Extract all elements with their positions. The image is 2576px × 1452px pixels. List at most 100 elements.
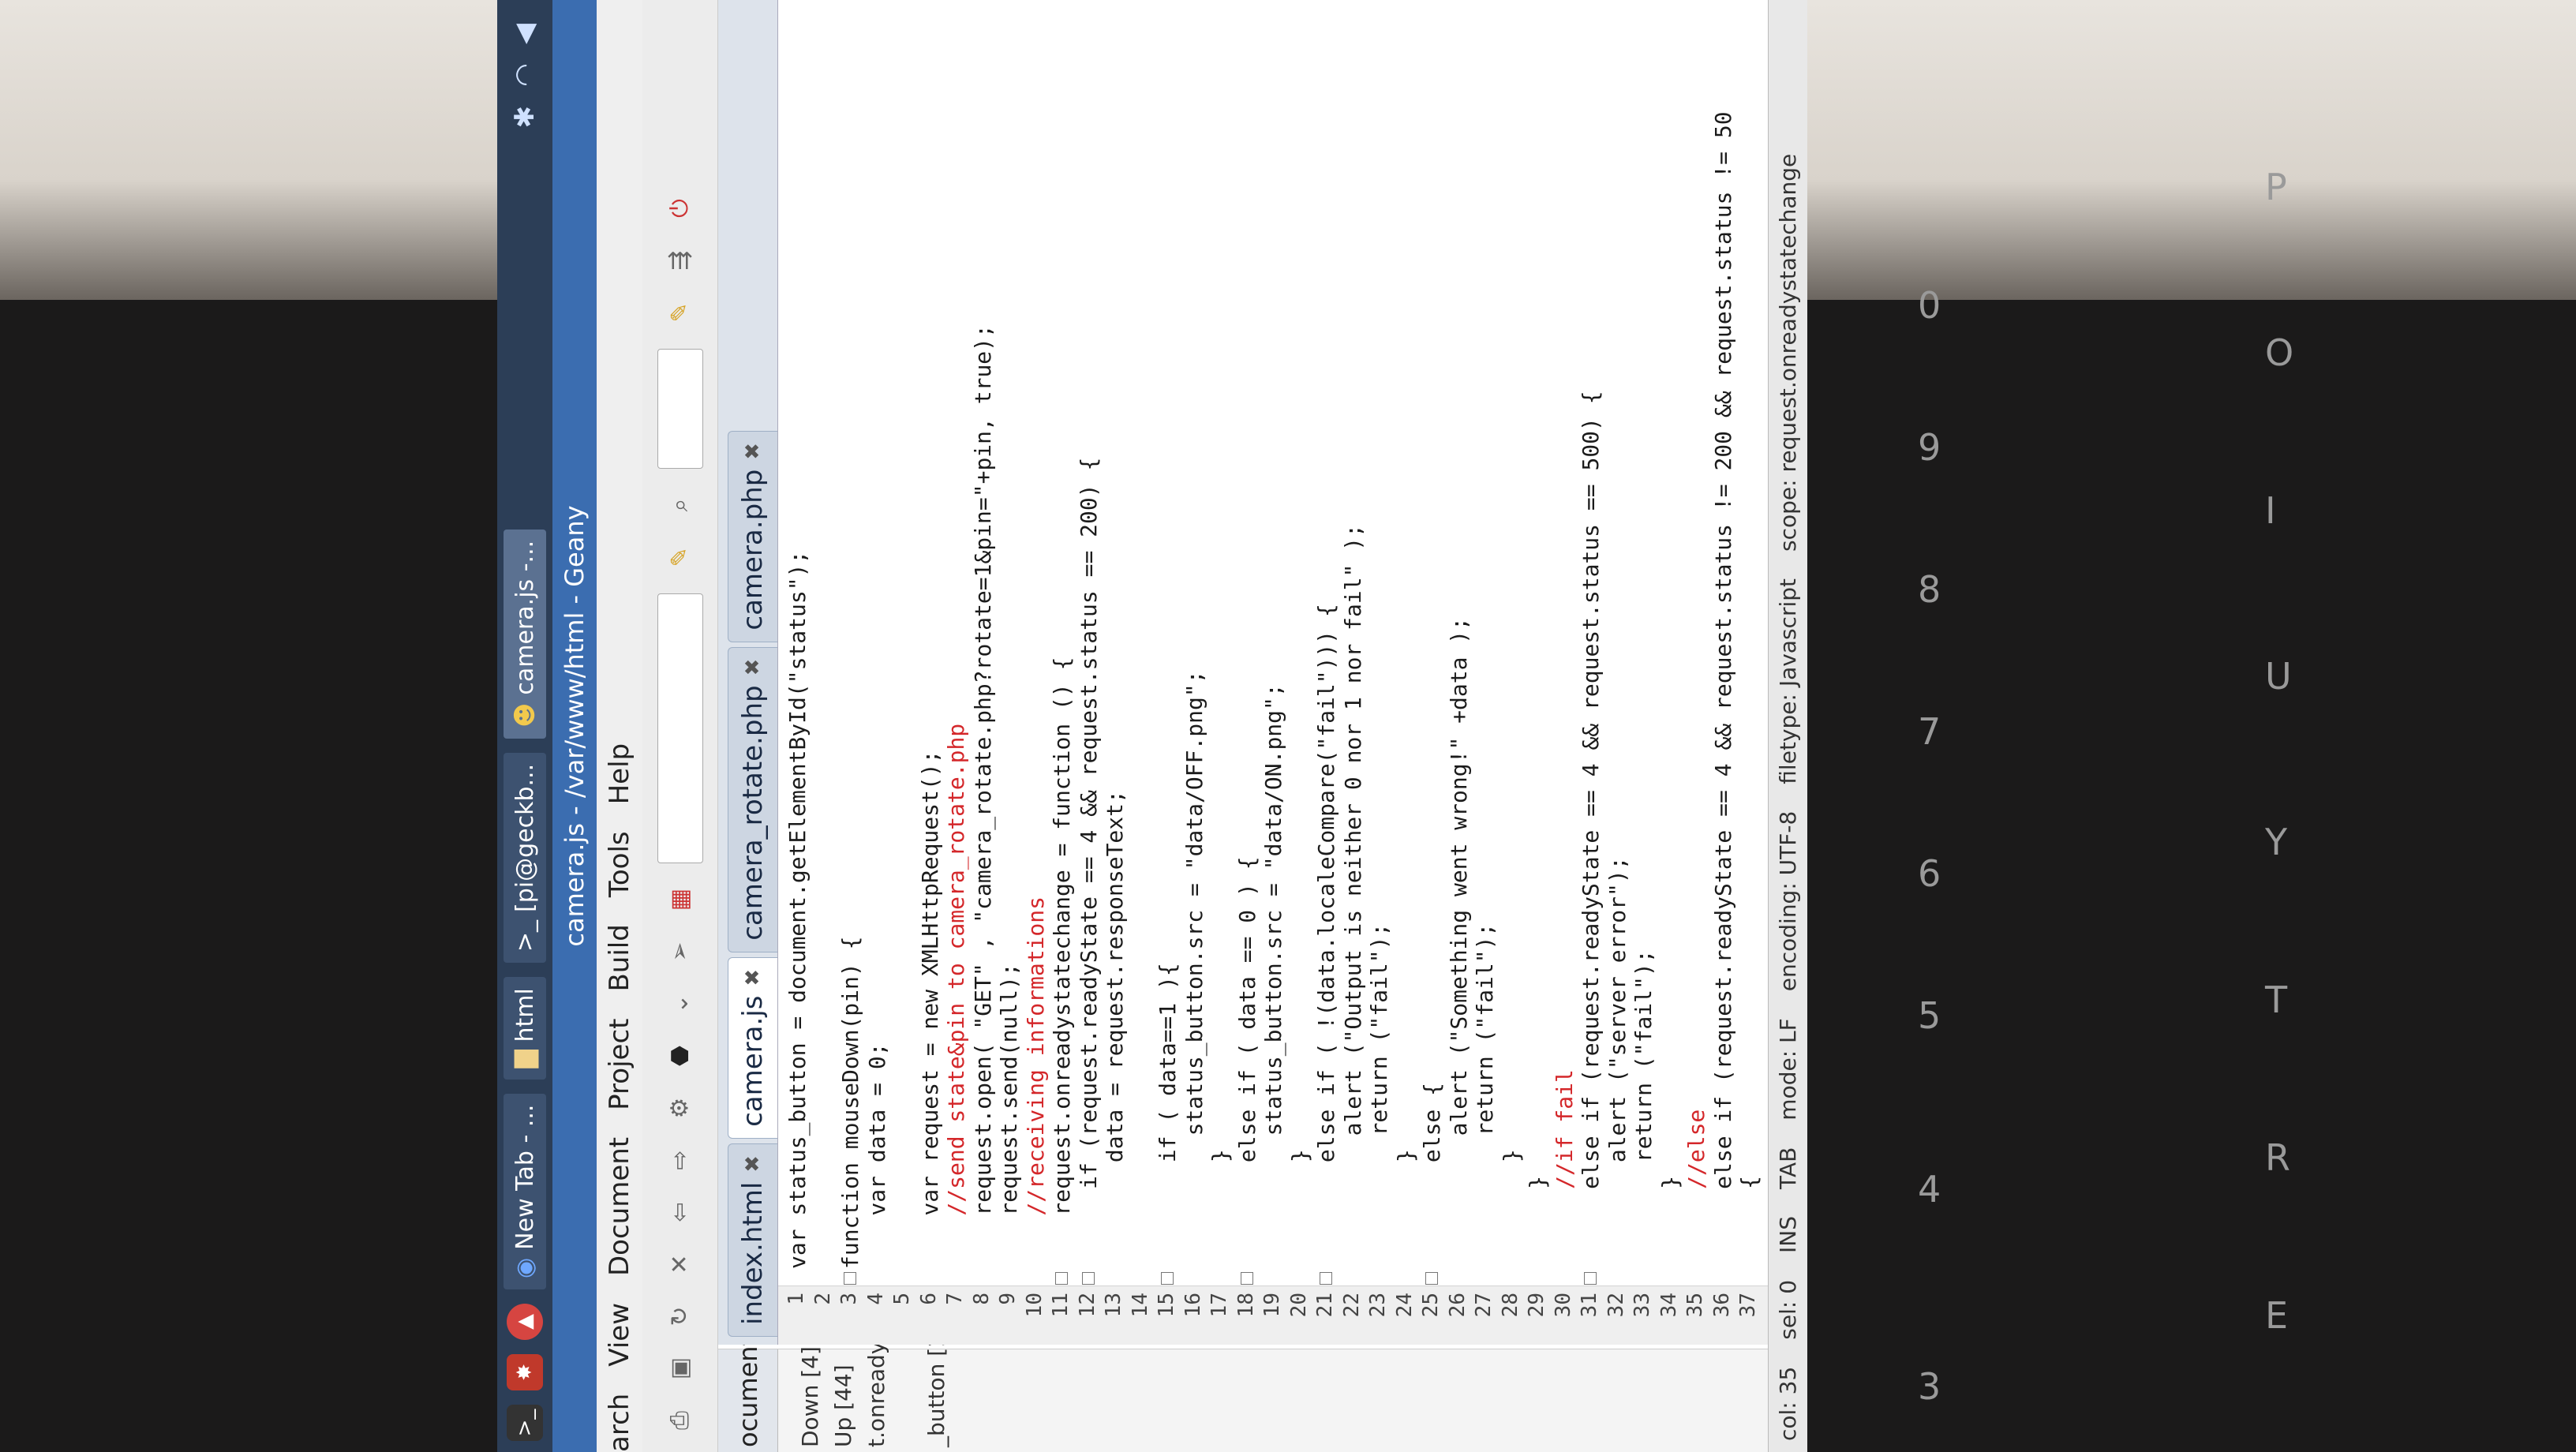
goto-line-input[interactable] [657,349,703,469]
tab-index-html[interactable]: index.html ✖ [728,1143,777,1337]
fold-marker-icon[interactable] [844,1272,856,1285]
window-title: camera.js - /var/www/html - Geany [552,0,597,1452]
tab-documents[interactable]: ocuments [718,1323,778,1452]
line-number-gutter: 1 2 3 4 5 6 7 8 9 10 11 12 13 14 15 16 17 18 19 20 21 22 23 24 2… [778,1285,1807,1345]
key: 6 [1918,852,1941,895]
find-icon[interactable]: ⌕ [665,489,696,521]
symbol-item[interactable]: Up [44] [830,1364,856,1447]
code-line[interactable]: return ("fail"); [1631,949,1657,1269]
wolfram-icon[interactable]: ▲ [507,1304,543,1340]
menu-view[interactable]: View [604,1303,635,1367]
taskbar-button-html[interactable]: ▇ html [504,977,546,1080]
line-number: 21 [1313,1293,1337,1318]
execute-icon[interactable]: ➢ [665,936,696,967]
menu-document[interactable]: Document [604,1137,635,1276]
code-line[interactable]: if (request.readyState == 4 && request.s… [1076,458,1102,1269]
code-line[interactable]: } [1499,1149,1525,1269]
code-line[interactable]: request.onreadystatechange = function ()… [1049,657,1075,1269]
fold-marker-icon[interactable] [1320,1272,1332,1285]
goto-icon[interactable]: ⇶ [665,245,696,276]
code-line[interactable]: var request = new XMLHttpRequest(); [917,750,943,1269]
line-number: 10 [1022,1293,1046,1318]
status-scope: scope: request.onreadystatechange [1775,153,1801,552]
tab-camera-js[interactable]: camera.js ✖ [728,956,777,1139]
build-icon[interactable]: ⬣ [665,1040,696,1072]
terminal-launcher-icon[interactable]: >_ [507,1405,543,1441]
code-line[interactable]: } [1287,1149,1313,1269]
code-line[interactable]: } [1657,1176,1683,1269]
code-line[interactable]: request.open( "GET" , "camera_rotate.php… [970,324,996,1269]
back-icon[interactable]: ⇦ [665,1196,696,1228]
code-line[interactable]: else if ( !(data.localeCompare("fail")))… [1313,604,1339,1269]
save-all-icon[interactable]: ▣ [665,1353,696,1384]
menu-help[interactable]: Help [604,743,635,805]
code-line[interactable]: function mouseDown(pin) { [837,937,863,1269]
menu-project[interactable]: Project [604,1019,635,1110]
menu-tools[interactable]: Tools [604,831,635,897]
code-line[interactable]: //else [1683,1110,1709,1269]
close-tab-icon[interactable]: ✖ [741,969,765,986]
print-icon[interactable]: ⎙ [665,1405,696,1436]
forward-icon[interactable]: ⇨ [665,1144,696,1176]
clear-search-icon[interactable]: ✎ [665,541,696,573]
close-tab-icon[interactable]: ✖ [741,659,765,676]
code-line[interactable]: var data = 0; [864,1042,890,1269]
code-line[interactable]: data = request.responseText; [1102,790,1128,1269]
dropdown-icon[interactable]: ⌄ [665,988,696,1020]
menu-build[interactable]: Build [604,924,635,991]
burst-icon[interactable]: ✸ [507,1354,543,1390]
code-line[interactable]: alert ("server error"); [1604,856,1631,1269]
fold-marker-icon[interactable] [1425,1272,1438,1285]
menu-search[interactable]: arch [604,1394,635,1452]
taskbar-button-terminal[interactable]: >_ [pi@geckb... [504,752,546,964]
tab-camera-rotate-php[interactable]: camera_rotate.php ✖ [728,646,777,952]
search-input[interactable] [657,593,703,863]
code-line[interactable]: return ("fail"); [1472,923,1498,1269]
code-line[interactable]: } [1208,1149,1234,1269]
fold-marker-icon[interactable] [1161,1272,1174,1285]
code-line[interactable]: else if (request.readyState == 4 && requ… [1578,391,1604,1269]
code-line[interactable]: status_button.src = "data/OFF.png"; [1181,670,1208,1269]
fold-marker-icon[interactable] [1240,1272,1253,1285]
bluetooth-icon[interactable]: ✱ [509,106,541,129]
wifi-icon[interactable]: ◠ [509,63,541,87]
close-tab-icon[interactable]: ✖ [741,1155,765,1173]
color-chooser-icon[interactable]: ▦ [665,884,696,915]
tab-camera-php[interactable]: camera.php ✖ [728,430,777,642]
code-line[interactable]: //if fail [1552,1069,1578,1269]
code-line[interactable]: else { [1419,1083,1445,1269]
sidebar: ocuments Down [4] Up [44] t.onreadystæ _… [718,1300,1807,1452]
code-editor[interactable]: 1 2 3 4 5 6 7 8 9 10 11 12 13 14 15 16 17 18 19 20 21 22 23 24 2… [778,0,1807,1345]
close-tab-icon[interactable]: ✖ [741,443,765,460]
fold-marker-icon[interactable] [1055,1272,1068,1285]
code-line[interactable]: var status_button = document.getElementB… [784,551,811,1269]
status-encoding: encoding: UTF-8 [1775,810,1801,992]
clear-goto-icon[interactable]: ✎ [665,297,696,328]
compile-icon[interactable]: ⚙ [665,1092,696,1124]
quit-icon[interactable]: ⏻ [665,193,696,224]
symbol-item[interactable]: Down [4] [797,1346,823,1447]
status-col: col: 35 [1775,1366,1801,1441]
code-line[interactable]: alert ("Output is neither 0 nor 1 nor fa… [1340,524,1366,1269]
code-line[interactable]: alert ("Something went wrong!" +data ); [1446,617,1472,1269]
taskbar-button-geany[interactable]: ☻ camera.js -... [504,529,546,739]
code-line[interactable]: request.send(null); [996,963,1022,1269]
line-number: 13 [1102,1293,1125,1318]
fold-marker-icon[interactable] [1081,1272,1095,1285]
taskbar-button-newtab[interactable]: ◉ New Tab - ... [504,1093,546,1289]
close-icon[interactable]: ✕ [665,1248,696,1280]
revert-icon[interactable]: ↻ [665,1300,696,1332]
volume-icon[interactable]: ◀ [509,24,541,44]
line-number: 22 [1339,1293,1364,1318]
code-line[interactable]: } [1393,1149,1419,1269]
code-line[interactable]: } [1525,1176,1551,1269]
fold-marker-icon[interactable] [1584,1272,1597,1285]
code-line[interactable]: //send state&pin to camera_rotate.php [943,724,969,1269]
code-line[interactable]: //receiving informations [1023,896,1049,1269]
code-line[interactable]: else if ( data == 0 ) { [1234,856,1260,1269]
code-line[interactable]: if ( data==1 ){ [1155,963,1181,1269]
code-line[interactable]: else if (request.readyState == 4 && requ… [1710,111,1736,1269]
code-line[interactable]: { [1736,1176,1762,1269]
code-line[interactable]: return ("fail"); [1366,923,1392,1269]
code-line[interactable]: status_button.src = "data/ON.png"; [1260,683,1286,1269]
